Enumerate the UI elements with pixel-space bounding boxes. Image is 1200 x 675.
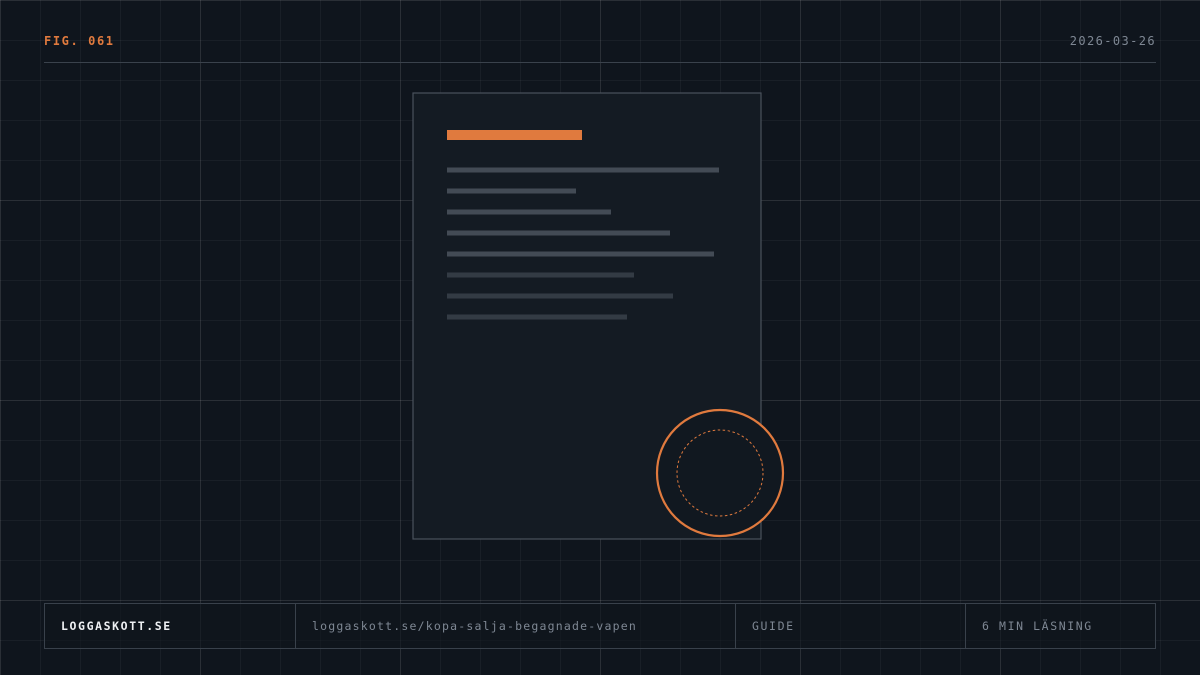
document-with-seal-icon bbox=[412, 92, 785, 540]
document-text-line bbox=[447, 293, 673, 299]
document-text-line bbox=[447, 272, 634, 278]
site-name: LOGGASKOTT.SE bbox=[45, 604, 296, 648]
page-url: loggaskott.se/kopa-salja-begagnade-vapen bbox=[296, 604, 736, 648]
document-title-bar bbox=[447, 130, 582, 140]
document-text-line bbox=[447, 251, 714, 257]
document-text-line bbox=[447, 167, 719, 173]
category-label: GUIDE bbox=[736, 604, 966, 648]
seal-icon bbox=[655, 408, 785, 538]
reading-time: 6 MIN LÄSNING bbox=[982, 619, 1093, 633]
footer-bar: LOGGASKOTT.SE loggaskott.se/kopa-salja-b… bbox=[44, 603, 1156, 649]
document-text-line bbox=[447, 188, 576, 194]
document-text-line bbox=[447, 314, 627, 320]
document-text-line bbox=[447, 209, 611, 215]
document-text-line bbox=[447, 230, 670, 236]
